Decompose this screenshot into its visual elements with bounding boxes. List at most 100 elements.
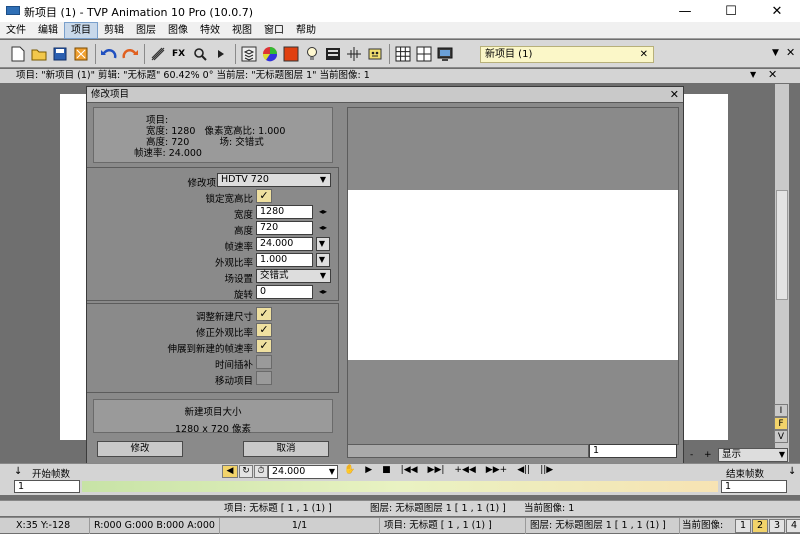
menu-view[interactable]: 视图 — [226, 22, 258, 39]
next-frame-icon[interactable]: ||▶ — [540, 465, 553, 475]
toolbar-separator — [144, 43, 145, 64]
panels-icon[interactable] — [414, 44, 433, 64]
aspect-dropdown[interactable]: ▼ — [316, 253, 330, 267]
stop-icon[interactable]: ■ — [382, 465, 391, 475]
play-icon[interactable]: ▶ — [365, 465, 372, 475]
modify-button[interactable]: 修改 — [97, 441, 183, 457]
option-resize-checkbox[interactable]: ✓ — [256, 307, 272, 321]
tab-menu-arrow-icon[interactable]: ▼ — [772, 48, 779, 58]
field-setting-select[interactable]: 交错式 ▼ — [256, 269, 331, 283]
option-aspect-checkbox[interactable]: ✓ — [256, 323, 272, 337]
menu-bar: 文件 编辑 项目 剪辑 图层 图像 特效 视图 窗口 帮助 — [0, 21, 800, 39]
project-tab[interactable]: 新项目 (1) ✕ — [480, 46, 654, 63]
info-menu-arrow-icon[interactable]: ▼ — [750, 70, 756, 79]
prev-key-icon[interactable]: +◀◀ — [454, 465, 475, 475]
color-wheel-icon[interactable] — [260, 44, 279, 64]
page-button-3[interactable]: 3 — [769, 519, 785, 533]
crosshair-icon[interactable] — [344, 44, 363, 64]
color-swatch-icon[interactable] — [281, 44, 300, 64]
redo-icon[interactable] — [120, 44, 139, 64]
scrollbar-thumb[interactable] — [776, 190, 788, 300]
project-tab-close-icon[interactable]: ✕ — [640, 47, 648, 62]
playback-controls: ✋ ▶ ■ |◀◀ ▶▶| +◀◀ ▶▶+ ◀|| ||▶ — [344, 465, 553, 475]
menu-effects[interactable]: 特效 — [194, 22, 226, 39]
start-frame-field[interactable]: 1 — [14, 480, 80, 493]
save-icon[interactable] — [50, 44, 69, 64]
hand-icon[interactable]: ✋ — [344, 465, 355, 475]
dialog-close-icon[interactable]: ✕ — [670, 87, 679, 103]
down-arrow-icon[interactable]: ↓ — [788, 466, 796, 477]
option-interp-checkbox[interactable] — [256, 355, 272, 369]
timeline-track[interactable] — [82, 481, 718, 492]
project-tab-label: 新项目 (1) — [485, 49, 533, 60]
menu-edit[interactable]: 编辑 — [32, 22, 64, 39]
side-button-i[interactable]: I — [774, 404, 788, 417]
menu-help[interactable]: 帮助 — [290, 22, 322, 39]
menu-clip[interactable]: 剪辑 — [98, 22, 130, 39]
timeline-bar: ↓ 开始帧数 ◀ ↻ ⏱ 24.000 ▼ ✋ ▶ ■ |◀◀ ▶▶| +◀◀ … — [0, 463, 800, 480]
close-button[interactable]: ✕ — [754, 0, 800, 22]
display-icon[interactable] — [323, 44, 342, 64]
undo-icon[interactable] — [99, 44, 118, 64]
width-spin-icon[interactable]: ◂▸ — [319, 207, 327, 216]
menu-window[interactable]: 窗口 — [258, 22, 290, 39]
menu-file[interactable]: 文件 — [0, 22, 32, 39]
page-button-2[interactable]: 2 — [752, 519, 768, 533]
option-move-checkbox[interactable] — [256, 371, 272, 385]
minimize-button[interactable]: — — [662, 0, 708, 22]
side-button-v[interactable]: V — [774, 430, 788, 443]
robot-icon[interactable] — [365, 44, 384, 64]
status-bar-top: 项目: 无标题 [ 1 , 1 (1) ] 图层: 无标题图层 1 [ 1 , … — [0, 500, 800, 516]
aspect-field[interactable]: 1.000 — [256, 253, 313, 267]
modify-to-select[interactable]: HDTV 720 ▼ — [217, 173, 331, 187]
dialog-title-bar[interactable]: 修改项目 ✕ — [87, 87, 683, 103]
page-button-1[interactable]: 1 — [735, 519, 751, 533]
maximize-button[interactable]: ☐ — [708, 0, 754, 22]
preview-scrollbar[interactable] — [347, 444, 589, 458]
display-select[interactable]: 显示 ▼ — [718, 448, 788, 462]
side-button-f[interactable]: F — [774, 417, 788, 430]
chevron-down-icon: ▼ — [778, 450, 785, 459]
loop-icon[interactable]: ↻ — [239, 465, 253, 478]
prev-frame-icon[interactable]: ◀|| — [517, 465, 530, 475]
option-resize-label: 调整新建尺寸 — [195, 312, 253, 323]
option-stretch-checkbox[interactable]: ✓ — [256, 339, 272, 353]
rotate-field[interactable]: 0 — [256, 285, 313, 299]
preview-frame-field[interactable]: 1 — [589, 444, 677, 458]
play-icon[interactable] — [211, 44, 230, 64]
playback-fps-select[interactable]: 24.000 ▼ — [268, 465, 338, 479]
rotate-spin-icon[interactable]: ◂▸ — [319, 287, 327, 296]
end-frame-field[interactable]: 1 — [721, 480, 787, 493]
speaker-icon[interactable]: ◀ — [222, 465, 238, 478]
layers-icon[interactable] — [239, 44, 258, 64]
menu-project[interactable]: 项目 — [64, 21, 98, 39]
first-frame-icon[interactable]: |◀◀ — [401, 465, 418, 475]
export-icon[interactable] — [71, 44, 90, 64]
page-button-4[interactable]: 4 — [786, 519, 800, 533]
zoom-out-button[interactable]: - — [690, 450, 693, 460]
lock-ratio-checkbox[interactable]: ✓ — [256, 189, 272, 203]
down-arrow-icon[interactable]: ↓ — [14, 466, 22, 477]
zoom-in-button[interactable]: + — [704, 450, 712, 460]
tab-close-all-icon[interactable]: ✕ — [786, 46, 795, 59]
grid-icon[interactable] — [393, 44, 412, 64]
last-frame-icon[interactable]: ▶▶| — [428, 465, 445, 475]
height-field[interactable]: 720 — [256, 221, 313, 235]
fps-dropdown[interactable]: ▼ — [316, 237, 330, 251]
next-key-icon[interactable]: ▶▶+ — [486, 465, 507, 475]
width-field[interactable]: 1280 — [256, 205, 313, 219]
menu-image[interactable]: 图像 — [162, 22, 194, 39]
zoom-icon[interactable] — [190, 44, 209, 64]
new-file-icon[interactable] — [8, 44, 27, 64]
info-close-icon[interactable]: ✕ — [768, 68, 777, 81]
brush-tools-icon[interactable] — [148, 44, 167, 64]
light-bulb-icon[interactable] — [302, 44, 321, 64]
fx-icon[interactable]: FX — [169, 44, 188, 64]
timer-icon[interactable]: ⏱ — [254, 465, 268, 478]
cancel-button[interactable]: 取消 — [243, 441, 329, 457]
open-folder-icon[interactable] — [29, 44, 48, 64]
height-spin-icon[interactable]: ◂▸ — [319, 223, 327, 232]
menu-layer[interactable]: 图层 — [130, 22, 162, 39]
monitor-icon[interactable] — [435, 44, 454, 64]
fps-field[interactable]: 24.000 — [256, 237, 313, 251]
